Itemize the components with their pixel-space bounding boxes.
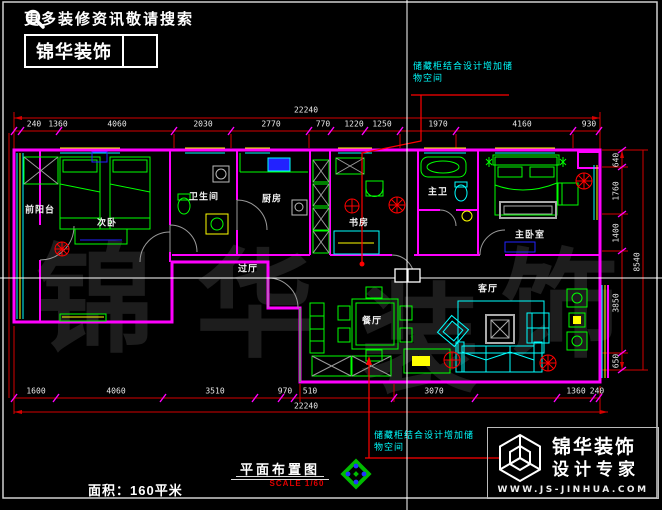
dining-furniture [310, 287, 412, 376]
bottom-total-dimension: 22240 [294, 402, 318, 411]
title-underline [236, 476, 324, 477]
annotation-line: 物空间 [413, 72, 513, 84]
brand-search-box: 锦华装饰 [24, 34, 158, 68]
armchair [558, 183, 578, 205]
room-label: 客厅 [478, 282, 498, 295]
dimension-value: 1250 [372, 120, 391, 129]
dimension-value: 240 [27, 120, 41, 129]
dimension-value: 510 [303, 387, 317, 396]
room-label: 前阳台 [25, 203, 55, 216]
dimension-value: 650 [612, 354, 621, 368]
walls [14, 150, 608, 382]
dimension-value: 2030 [193, 120, 212, 129]
room-label: 过厅 [238, 262, 258, 275]
study-furniture [334, 158, 405, 254]
diamond-logo [330, 450, 382, 500]
side-cabinet [310, 303, 324, 353]
cube-logo-icon [494, 432, 546, 484]
brand-tagline: 更多装修资讯敬请搜索 [24, 8, 194, 29]
company-website: WWW.JS-JINHUA.COM [488, 485, 658, 495]
top-total-dimension: 22240 [294, 106, 318, 115]
storage-annotation-top: 储藏柜结合设计增加储 物空间 [413, 60, 513, 84]
brand-header: 更多装修资讯敬请搜索 锦华装饰 [24, 8, 194, 68]
outer-wall [14, 150, 600, 382]
room-label: 餐厅 [362, 314, 382, 327]
room-label: 次卧 [97, 216, 117, 229]
dimension-value: 3850 [612, 293, 621, 312]
storage-cabinet-column [313, 160, 329, 253]
company-block: 锦华装饰 设计专家 WWW.JS-JINHUA.COM [487, 427, 659, 499]
area-label: 面积：160平米 [88, 480, 183, 499]
right-total-dimension: 8540 [633, 252, 642, 271]
sink [206, 214, 228, 234]
dimension-value: 4060 [107, 120, 126, 129]
rug [458, 301, 544, 353]
dimension-value: 1600 [26, 387, 45, 396]
storage-annotation-bottom: 储藏柜结合设计增加储 物空间 [374, 429, 474, 453]
company-name: 锦华装饰 [552, 437, 640, 459]
living-room-furniture [300, 289, 587, 382]
kitchen-furniture [240, 153, 308, 215]
company-subtitle: 设计专家 [552, 459, 640, 480]
room-label: 厨房 [262, 192, 282, 205]
annotation-line: 物空间 [374, 441, 474, 453]
dimension-value: 930 [582, 120, 596, 129]
dimension-value: 4060 [106, 387, 125, 396]
dimension-value: 1400 [612, 223, 621, 242]
scale-label: SCALE 1/60 [262, 479, 332, 488]
dimension-value: 4160 [512, 120, 531, 129]
room-label: 卫生间 [189, 190, 219, 203]
dimension-value: 1360 [48, 120, 67, 129]
dimension-value: 3070 [424, 387, 443, 396]
sofa [456, 342, 542, 372]
room-label: 书房 [349, 216, 369, 229]
room-label: 主卧室 [515, 228, 545, 241]
room-label: 主卫 [428, 185, 448, 198]
annotation-line: 储藏柜结合设计增加储 [413, 60, 513, 72]
dimension-value: 1970 [428, 120, 447, 129]
dimension-value: 770 [316, 120, 330, 129]
annotation-line: 储藏柜结合设计增加储 [374, 429, 474, 441]
dimension-value: 3510 [205, 387, 224, 396]
magnifier-icon [124, 36, 156, 66]
dimension-value: 1760 [612, 181, 621, 200]
dimension-value: 640 [612, 153, 621, 167]
kitchen-sink [268, 158, 290, 171]
brand-logo-text: 锦华装饰 [26, 36, 122, 66]
cad-floorplan-canvas: 锦华装饰 [0, 0, 662, 510]
bed-bench [500, 202, 556, 218]
dimension-value: 970 [278, 387, 292, 396]
dimension-value: 1360 [566, 387, 585, 396]
dimension-value: 2770 [261, 120, 280, 129]
dimension-value: 1220 [344, 120, 363, 129]
washing-machine [213, 166, 229, 182]
stove [292, 200, 307, 215]
dimension-value: 240 [590, 387, 604, 396]
